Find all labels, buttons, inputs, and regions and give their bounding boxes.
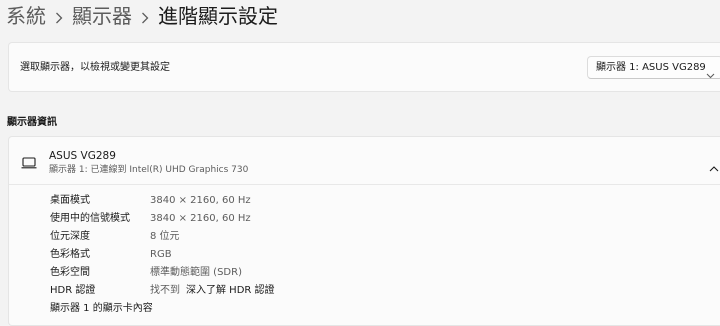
info-row-label: 使用中的信號模式 xyxy=(50,213,130,224)
info-row-label: 色彩格式 xyxy=(50,249,90,260)
info-row-hdr-certification: HDR 認證 找不到 深入了解 HDR 認證 xyxy=(9,282,720,300)
info-row-label: 位元深度 xyxy=(50,231,90,242)
page-title: 進階顯示設定 xyxy=(158,4,278,28)
display-info-heading: 顯示器資訊 xyxy=(7,117,57,128)
info-row-label: 桌面模式 xyxy=(50,195,90,206)
info-row-desktop-mode: 桌面模式 3840 × 2160, 60 Hz xyxy=(9,192,720,210)
info-row-color-format: 色彩格式 RGB xyxy=(9,246,720,264)
info-row-color-space: 色彩空間 標準動態範圍 (SDR) xyxy=(9,264,720,282)
adapter-properties-link[interactable]: 顯示器 1 的顯示卡內容 xyxy=(50,300,153,318)
breadcrumb: 系統 顯示器 進階顯示設定 xyxy=(6,2,278,30)
info-row-active-signal-mode: 使用中的信號模式 3840 × 2160, 60 Hz xyxy=(9,210,720,228)
info-row-value: 3840 × 2160, 60 Hz xyxy=(150,213,251,224)
info-row-bit-depth: 位元深度 8 位元 xyxy=(9,228,720,246)
info-row-value: 找不到 xyxy=(150,285,180,296)
display-info-header[interactable]: ASUS VG289 顯示器 1: 已連線到 Intel(R) UHD Grap… xyxy=(9,137,720,185)
info-row-adapter-properties[interactable]: 顯示器 1 的顯示卡內容 xyxy=(9,300,720,318)
display-info-card: ASUS VG289 顯示器 1: 已連線到 Intel(R) UHD Grap… xyxy=(8,136,720,326)
chevron-right-icon xyxy=(132,2,158,30)
info-row-label: HDR 認證 xyxy=(50,285,96,296)
breadcrumb-display[interactable]: 顯示器 xyxy=(72,2,132,30)
display-name: ASUS VG289 xyxy=(49,150,116,162)
info-row-value: 3840 × 2160, 60 Hz xyxy=(150,195,251,206)
info-row-value: 標準動態範圍 (SDR) xyxy=(150,267,242,278)
info-row-value: 8 位元 xyxy=(150,231,180,242)
display-info-rows: 桌面模式 3840 × 2160, 60 Hz 使用中的信號模式 3840 × … xyxy=(9,192,720,318)
select-display-label: 選取顯示器，以檢視或變更其設定 xyxy=(20,62,170,73)
display-select-dropdown[interactable]: 顯示器 1: ASUS VG289 xyxy=(587,56,720,79)
display-select-value: 顯示器 1: ASUS VG289 xyxy=(596,62,706,73)
chevron-down-icon xyxy=(706,64,715,83)
monitor-icon xyxy=(21,154,37,173)
hdr-learn-more-link[interactable]: 深入了解 HDR 認證 xyxy=(186,285,275,296)
info-row-value: RGB xyxy=(150,249,172,260)
info-row-label: 色彩空間 xyxy=(50,267,90,278)
breadcrumb-system[interactable]: 系統 xyxy=(6,2,46,30)
chevron-up-icon[interactable] xyxy=(709,157,719,176)
select-display-card: 選取顯示器，以檢視或變更其設定 顯示器 1: ASUS VG289 xyxy=(8,42,720,92)
info-row-value-wrap: 找不到 深入了解 HDR 認證 xyxy=(150,282,275,300)
display-connection-info: 顯示器 1: 已連線到 Intel(R) UHD Graphics 730 xyxy=(49,165,249,175)
chevron-right-icon xyxy=(46,2,72,30)
